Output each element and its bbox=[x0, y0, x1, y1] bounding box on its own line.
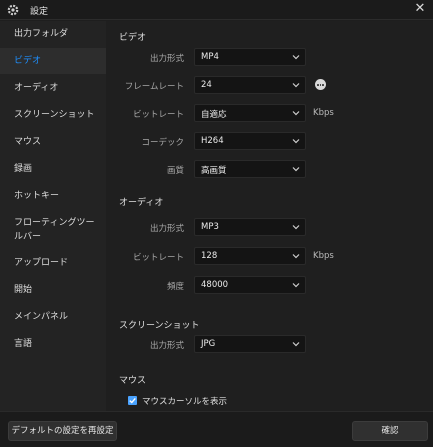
sidebar-item-language[interactable]: 言語 bbox=[0, 331, 106, 357]
sidebar-item-mouse[interactable]: マウス bbox=[0, 129, 106, 155]
chevron-down-icon bbox=[292, 109, 300, 117]
settings-panel: ビデオ 出力形式 MP4 フレームレート 24 ビットレート 自適応 Kbps … bbox=[106, 21, 433, 411]
close-icon[interactable]: ✕ bbox=[413, 2, 427, 16]
sidebar-item-main-panel[interactable]: メインパネル bbox=[0, 304, 106, 330]
sidebar-item-output-folder[interactable]: 出力フォルダ bbox=[0, 21, 106, 47]
reset-defaults-button[interactable]: デフォルトの設定を再設定 bbox=[8, 421, 117, 441]
sidebar-item-screenshot[interactable]: スクリーンショット bbox=[0, 102, 106, 128]
checkmark-icon bbox=[129, 397, 136, 404]
video-quality-select[interactable]: 高画質 bbox=[194, 160, 306, 178]
video-framerate-label: フレームレート bbox=[124, 82, 184, 92]
audio-bitrate-label: ビットレート bbox=[132, 253, 184, 263]
window-title: 設定 bbox=[30, 7, 49, 17]
sidebar-item-startup[interactable]: 開始 bbox=[0, 277, 106, 303]
audio-frequency-value: 48000 bbox=[201, 280, 229, 290]
more-options-icon[interactable] bbox=[315, 79, 326, 90]
sidebar-item-recording[interactable]: 録画 bbox=[0, 156, 106, 182]
chevron-down-icon bbox=[292, 223, 300, 231]
show-cursor-checkbox[interactable] bbox=[128, 396, 137, 405]
video-quality-label: 画質 bbox=[166, 166, 184, 176]
section-title-audio: オーディオ bbox=[119, 198, 164, 208]
video-bitrate-label: ビットレート bbox=[132, 110, 184, 120]
sidebar-item-hotkeys[interactable]: ホットキー bbox=[0, 183, 106, 209]
audio-format-value: MP3 bbox=[201, 222, 219, 232]
footer-bar: デフォルトの設定を再設定 確認 bbox=[0, 411, 433, 447]
video-framerate-value: 24 bbox=[201, 80, 212, 90]
chevron-down-icon bbox=[292, 340, 300, 348]
screenshot-format-select[interactable]: JPG bbox=[194, 335, 306, 353]
audio-bitrate-unit: Kbps bbox=[313, 251, 334, 261]
confirm-button[interactable]: 確認 bbox=[352, 421, 428, 441]
sidebar-item-video[interactable]: ビデオ bbox=[0, 48, 106, 74]
chevron-down-icon bbox=[292, 137, 300, 145]
sidebar-item-floating-toolbar[interactable]: フローティングツールバー bbox=[0, 214, 106, 246]
video-format-value: MP4 bbox=[201, 52, 219, 62]
audio-frequency-label: 頻度 bbox=[166, 282, 184, 292]
screenshot-format-value: JPG bbox=[201, 339, 216, 349]
audio-bitrate-select[interactable]: 128 bbox=[194, 247, 306, 265]
video-framerate-select[interactable]: 24 bbox=[194, 76, 306, 94]
audio-bitrate-value: 128 bbox=[201, 251, 218, 261]
video-codec-select[interactable]: H264 bbox=[194, 132, 306, 150]
screenshot-format-label: 出力形式 bbox=[149, 341, 184, 351]
sidebar-item-upload[interactable]: アップロード bbox=[0, 250, 106, 276]
sidebar-item-audio[interactable]: オーディオ bbox=[0, 75, 106, 101]
chevron-down-icon bbox=[292, 81, 300, 89]
video-bitrate-unit: Kbps bbox=[313, 108, 334, 118]
video-format-select[interactable]: MP4 bbox=[194, 48, 306, 66]
video-format-label: 出力形式 bbox=[149, 54, 184, 64]
sidebar: 出力フォルダ ビデオ オーディオ スクリーンショット マウス 録画 ホットキー … bbox=[0, 21, 106, 411]
audio-frequency-select[interactable]: 48000 bbox=[194, 276, 306, 294]
show-cursor-label: マウスカーソルを表示 bbox=[142, 397, 228, 407]
video-quality-value: 高画質 bbox=[201, 166, 227, 176]
video-bitrate-select[interactable]: 自適応 bbox=[194, 104, 306, 122]
video-codec-value: H264 bbox=[201, 136, 224, 146]
chevron-down-icon bbox=[292, 252, 300, 260]
section-title-screenshot: スクリーンショット bbox=[119, 321, 200, 331]
video-codec-label: コーデック bbox=[141, 138, 184, 148]
audio-format-label: 出力形式 bbox=[149, 224, 184, 234]
chevron-down-icon bbox=[292, 281, 300, 289]
gear-icon bbox=[7, 4, 19, 16]
title-bar: 設定 ✕ bbox=[0, 0, 433, 20]
chevron-down-icon bbox=[292, 165, 300, 173]
chevron-down-icon bbox=[292, 53, 300, 61]
section-title-mouse: マウス bbox=[119, 376, 147, 386]
section-title-video: ビデオ bbox=[119, 33, 147, 43]
video-bitrate-value: 自適応 bbox=[201, 110, 227, 120]
audio-format-select[interactable]: MP3 bbox=[194, 218, 306, 236]
